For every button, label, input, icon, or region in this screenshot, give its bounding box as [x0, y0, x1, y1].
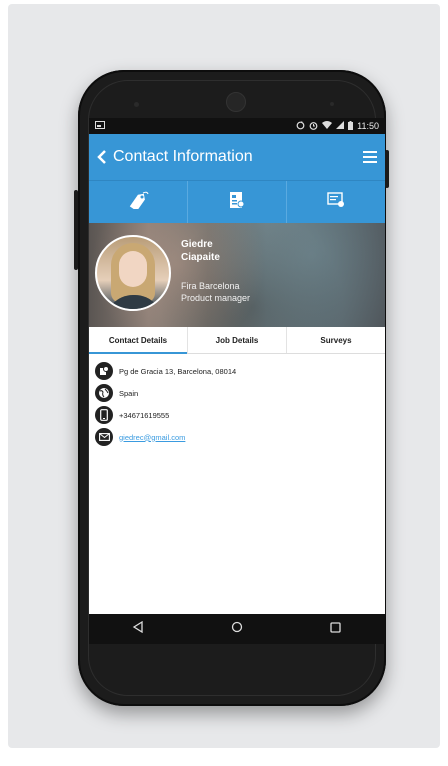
email-icon — [95, 428, 113, 446]
tag-tab[interactable] — [89, 181, 187, 229]
tab-job-details[interactable]: Job Details — [187, 327, 286, 353]
address-icon — [95, 362, 113, 380]
volume-button — [74, 190, 78, 270]
status-time: 11:50 — [357, 121, 379, 131]
android-nav-bar — [89, 614, 385, 644]
tab-contact-details[interactable]: Contact Details — [89, 327, 187, 354]
status-bar: 11:50 — [89, 118, 385, 134]
address-text: Pg de Gracia 13, Barcelona, 08014 — [119, 366, 237, 376]
recents-nav-button[interactable] — [286, 614, 385, 644]
badge-icon — [229, 191, 245, 214]
signal-icon — [336, 121, 345, 131]
front-speaker — [226, 92, 246, 112]
battery-icon — [348, 120, 354, 132]
icon-tab-bar — [89, 180, 385, 229]
wifi-icon — [322, 121, 333, 131]
last-name: Ciapaite — [181, 252, 220, 263]
survey-icon — [327, 191, 345, 213]
front-camera — [134, 102, 139, 107]
notification-icon — [95, 121, 105, 131]
hamburger-menu-icon[interactable] — [363, 151, 377, 163]
back-nav-icon — [132, 620, 144, 638]
list-item: Spain — [95, 382, 385, 404]
back-chevron-icon[interactable] — [97, 146, 107, 168]
app-bar: Contact Information — [89, 134, 385, 180]
globe-icon — [95, 384, 113, 402]
phone-screen: 11:50 Contact Information Giedre Ciapait… — [89, 118, 385, 644]
list-item: Pg de Gracia 13, Barcelona, 08014 — [95, 360, 385, 382]
avatar — [95, 235, 171, 311]
survey-tab[interactable] — [286, 181, 385, 229]
list-item: giedrec@gmail.com — [95, 426, 385, 448]
sync-icon — [296, 120, 305, 132]
alarm-icon — [309, 121, 318, 132]
first-name: Giedre — [181, 239, 213, 250]
email-link[interactable]: giedrec@gmail.com — [119, 433, 185, 442]
power-button — [385, 150, 389, 188]
phone-text[interactable]: +34671619555 — [119, 411, 169, 420]
job-title: Product manager — [181, 293, 251, 303]
list-item: +34671619555 — [95, 404, 385, 426]
home-nav-button[interactable] — [188, 614, 287, 644]
proximity-sensor — [330, 102, 334, 106]
profile-header: Giedre Ciapaite Fira Barcelona Product m… — [89, 223, 385, 327]
details-tabs: Contact Details Job Details Surveys — [89, 327, 385, 354]
tag-icon — [127, 191, 149, 214]
back-nav-button[interactable] — [89, 614, 188, 644]
contact-details-list: Pg de Gracia 13, Barcelona, 08014 Spain … — [89, 354, 385, 448]
phone-icon — [95, 406, 113, 424]
recents-nav-icon — [330, 620, 341, 638]
home-nav-icon — [231, 620, 243, 638]
page-title: Contact Information — [113, 148, 253, 165]
company-name: Fira Barcelona — [181, 281, 240, 291]
badge-tab[interactable] — [187, 181, 286, 229]
tab-surveys[interactable]: Surveys — [286, 327, 385, 353]
country-text: Spain — [119, 388, 139, 398]
